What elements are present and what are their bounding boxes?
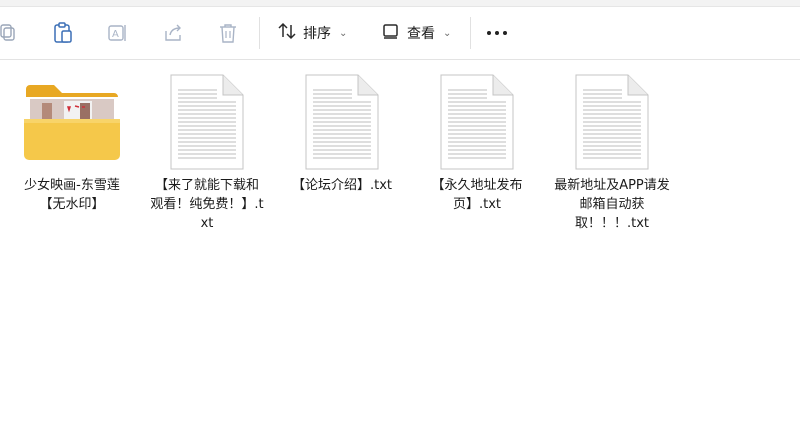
file-item[interactable]: 【论坛介绍】.txt bbox=[283, 74, 401, 195]
file-item[interactable]: 最新地址及APP请发邮箱自动获取！！！.txt bbox=[553, 74, 671, 233]
sort-icon bbox=[277, 21, 297, 45]
svg-text:A: A bbox=[112, 29, 119, 40]
toolbar-separator bbox=[259, 17, 260, 49]
folder-item[interactable]: 少女映画-东雪莲【无水印】 bbox=[13, 74, 131, 214]
text-document-icon bbox=[287, 74, 397, 170]
file-explorer-window: A 排序 ⌄ 查看 ⌄ 少女映画-东雪莲【无水印】 【来了就能下载和观看！纯免费… bbox=[0, 0, 800, 425]
command-bar: A 排序 ⌄ 查看 ⌄ bbox=[0, 7, 800, 60]
file-item[interactable]: 【永久地址发布页】.txt bbox=[418, 74, 536, 214]
file-name: 少女映画-东雪莲【无水印】 bbox=[24, 178, 120, 212]
sort-label: 排序 bbox=[303, 26, 331, 42]
file-name: 【永久地址发布页】.txt bbox=[431, 178, 523, 212]
text-document-icon bbox=[422, 74, 532, 170]
text-document-icon bbox=[152, 74, 262, 170]
file-name: 【来了就能下载和观看！纯免费！】.txt bbox=[150, 178, 264, 231]
copy-icon[interactable] bbox=[0, 21, 20, 45]
file-item[interactable]: 【来了就能下载和观看！纯免费！】.txt bbox=[148, 74, 266, 233]
delete-icon[interactable] bbox=[216, 21, 240, 45]
folder-icon bbox=[17, 74, 127, 170]
view-label: 查看 bbox=[407, 26, 435, 42]
file-name: 【论坛介绍】.txt bbox=[291, 178, 393, 193]
file-name: 最新地址及APP请发邮箱自动获取！！！.txt bbox=[554, 178, 670, 231]
paste-icon[interactable] bbox=[51, 21, 75, 45]
window-top-edge bbox=[0, 0, 800, 7]
sort-button[interactable]: 排序 ⌄ bbox=[277, 19, 347, 47]
more-options-icon[interactable] bbox=[487, 31, 507, 35]
toolbar-separator bbox=[470, 17, 471, 49]
view-icon bbox=[381, 21, 401, 45]
chevron-down-icon: ⌄ bbox=[339, 27, 348, 39]
rename-icon[interactable]: A bbox=[106, 21, 130, 45]
text-document-icon bbox=[557, 74, 667, 170]
view-button[interactable]: 查看 ⌄ bbox=[381, 19, 451, 47]
share-icon[interactable] bbox=[161, 21, 185, 45]
chevron-down-icon: ⌄ bbox=[443, 27, 452, 39]
